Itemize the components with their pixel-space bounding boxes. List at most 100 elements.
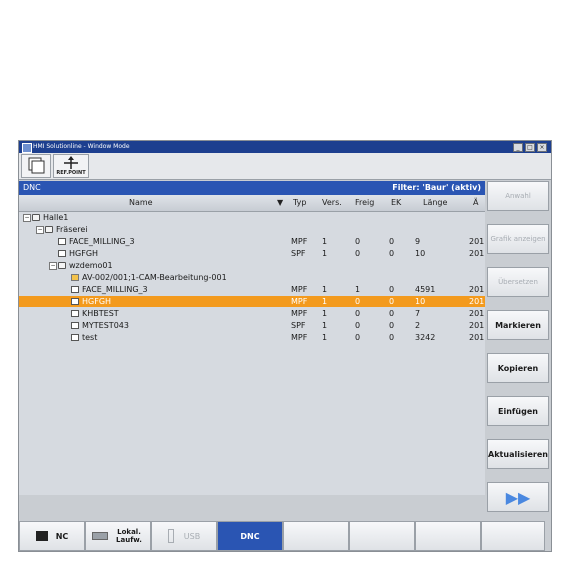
- cell-ek: 0: [389, 285, 395, 294]
- collapse-icon[interactable]: −: [49, 262, 57, 270]
- col-typ[interactable]: Typ: [293, 198, 306, 207]
- softkey-horizontal[interactable]: USB: [151, 521, 217, 551]
- cell-ae: 201: [469, 249, 485, 258]
- softkey-horizontal[interactable]: [283, 521, 349, 551]
- workpiece-icon: [71, 274, 79, 281]
- softkey-vertical[interactable]: Markieren: [487, 310, 549, 340]
- tree-item-name: test: [82, 333, 98, 342]
- tree-file-row[interactable]: AV-002/001;1-CAM-Bearbeitung-001: [19, 272, 485, 283]
- tree-folder-row[interactable]: − Fräserei: [19, 224, 485, 235]
- cell-typ: SPF: [291, 249, 306, 258]
- col-name[interactable]: Name: [129, 198, 153, 207]
- cell-typ: MPF: [291, 309, 308, 318]
- cell-typ: MPF: [291, 285, 308, 294]
- cell-ek: 0: [389, 297, 395, 306]
- cell-vers: 1: [322, 333, 328, 342]
- folder-icon: [32, 214, 40, 221]
- cell-ae: 201: [469, 285, 485, 294]
- tree-file-row[interactable]: KHBTEST MPF 1 0 0 7 201: [19, 308, 485, 319]
- tree-item-name: Fräserei: [56, 225, 88, 234]
- file-icon: [58, 238, 66, 245]
- cell-vers: 1: [322, 309, 328, 318]
- usb-icon: [167, 529, 174, 543]
- tree-file-row[interactable]: FACE_MILLING_3 MPF 1 1 0 4591 201: [19, 284, 485, 295]
- cell-vers: 1: [322, 237, 328, 246]
- cell-laenge: 2: [415, 321, 421, 330]
- file-icon: [71, 310, 79, 317]
- cell-typ: MPF: [291, 297, 308, 306]
- more-softkeys-button[interactable]: ▶▶: [487, 482, 549, 512]
- softkey-horizontal[interactable]: Lokal. Laufw.: [85, 521, 151, 551]
- app-icon: [22, 143, 32, 153]
- cell-ae: 201: [469, 297, 485, 306]
- collapse-icon[interactable]: −: [23, 214, 31, 222]
- tree-file-row[interactable]: MYTEST043 SPF 1 0 0 2 201: [19, 320, 485, 331]
- tree-folder-row[interactable]: − Halle1: [19, 212, 485, 223]
- cell-laenge: 10: [415, 249, 426, 258]
- col-vers[interactable]: Vers.: [322, 198, 342, 207]
- tree-item-name: MYTEST043: [82, 321, 129, 330]
- tree-item-name: KHBTEST: [82, 309, 119, 318]
- tree-item-name: HGFGH: [82, 297, 112, 306]
- softkey-horizontal[interactable]: DNC: [217, 521, 283, 551]
- cell-ae: 201: [469, 321, 485, 330]
- cell-ae: 201: [469, 237, 485, 246]
- col-ae[interactable]: Ä: [473, 198, 478, 207]
- file-icon: [71, 334, 79, 341]
- minimize-button[interactable]: _: [513, 143, 523, 152]
- windows-button[interactable]: [21, 154, 51, 178]
- cell-freig: 0: [355, 249, 361, 258]
- softkey-vertical[interactable]: Einfügen: [487, 396, 549, 426]
- tree-file-row[interactable]: FACE_MILLING_3 MPF 1 0 0 9 201: [19, 236, 485, 247]
- cell-freig: 0: [355, 309, 361, 318]
- title-bar: HMI Solutionline - Window Mode _ □ ×: [19, 141, 551, 153]
- file-browser: Name ▼ Typ Vers. Freig EK Länge Ä − Halle…: [19, 195, 485, 544]
- tree-folder-row[interactable]: − wzdemo01: [19, 260, 485, 271]
- hmi-window: HMI Solutionline - Window Mode _ □ × REF…: [18, 140, 552, 552]
- tree-file-row[interactable]: HGFGH SPF 1 0 0 10 201: [19, 248, 485, 259]
- close-button[interactable]: ×: [537, 143, 547, 152]
- cell-laenge: 4591: [415, 285, 436, 294]
- tree-file-row[interactable]: test MPF 1 0 0 3242 201: [19, 332, 485, 343]
- dnc-header: DNC Filter: 'Baur' (aktiv): [19, 181, 485, 195]
- refpoint-button[interactable]: REF.POINT: [53, 154, 89, 178]
- cell-laenge: 7: [415, 309, 421, 318]
- softkey-vertical[interactable]: Grafik anzeigen: [487, 224, 549, 254]
- nc-icon: [35, 531, 48, 541]
- softkey-vertical[interactable]: Übersetzen: [487, 267, 549, 297]
- tree-item-name: FACE_MILLING_3: [69, 237, 135, 246]
- toolbar: REF.POINT: [19, 153, 551, 180]
- cell-vers: 1: [322, 285, 328, 294]
- sort-arrow-icon[interactable]: ▼: [277, 198, 283, 207]
- softkey-horizontal[interactable]: NC: [19, 521, 85, 551]
- refpoint-label: REF.POINT: [56, 170, 86, 176]
- dnc-title: DNC: [23, 183, 41, 192]
- col-freig[interactable]: Freig: [355, 198, 374, 207]
- window-title: HMI Solutionline - Window Mode: [33, 143, 130, 150]
- softkey-horizontal[interactable]: [349, 521, 415, 551]
- softkey-vertical[interactable]: Kopieren: [487, 353, 549, 383]
- folder-icon: [58, 262, 66, 269]
- softkey-horizontal[interactable]: [481, 521, 545, 551]
- cell-vers: 1: [322, 297, 328, 306]
- tree-item-name: wzdemo01: [69, 261, 113, 270]
- collapse-icon[interactable]: −: [36, 226, 44, 234]
- tree-file-row[interactable]: HGFGH MPF 1 0 0 10 201: [19, 296, 485, 307]
- windows-icon: [28, 157, 45, 174]
- softkey-label: NC: [55, 531, 69, 541]
- maximize-button[interactable]: □: [525, 143, 535, 152]
- window-controls: _ □ ×: [513, 143, 547, 152]
- col-laenge[interactable]: Länge: [423, 198, 447, 207]
- col-ek[interactable]: EK: [391, 198, 401, 207]
- cell-laenge: 10: [415, 297, 426, 306]
- cell-vers: 1: [322, 321, 328, 330]
- tree-item-name: HGFGH: [69, 249, 99, 258]
- softkey-vertical[interactable]: Anwahl: [487, 181, 549, 211]
- softkey-horizontal[interactable]: [415, 521, 481, 551]
- softkey-vertical[interactable]: Aktualisieren: [487, 439, 549, 469]
- refpoint-icon: [64, 156, 78, 169]
- filter-label: Filter: 'Baur' (aktiv): [392, 183, 481, 192]
- cell-typ: MPF: [291, 237, 308, 246]
- cell-freig: 0: [355, 297, 361, 306]
- column-header: Name ▼ Typ Vers. Freig EK Länge Ä: [19, 195, 485, 212]
